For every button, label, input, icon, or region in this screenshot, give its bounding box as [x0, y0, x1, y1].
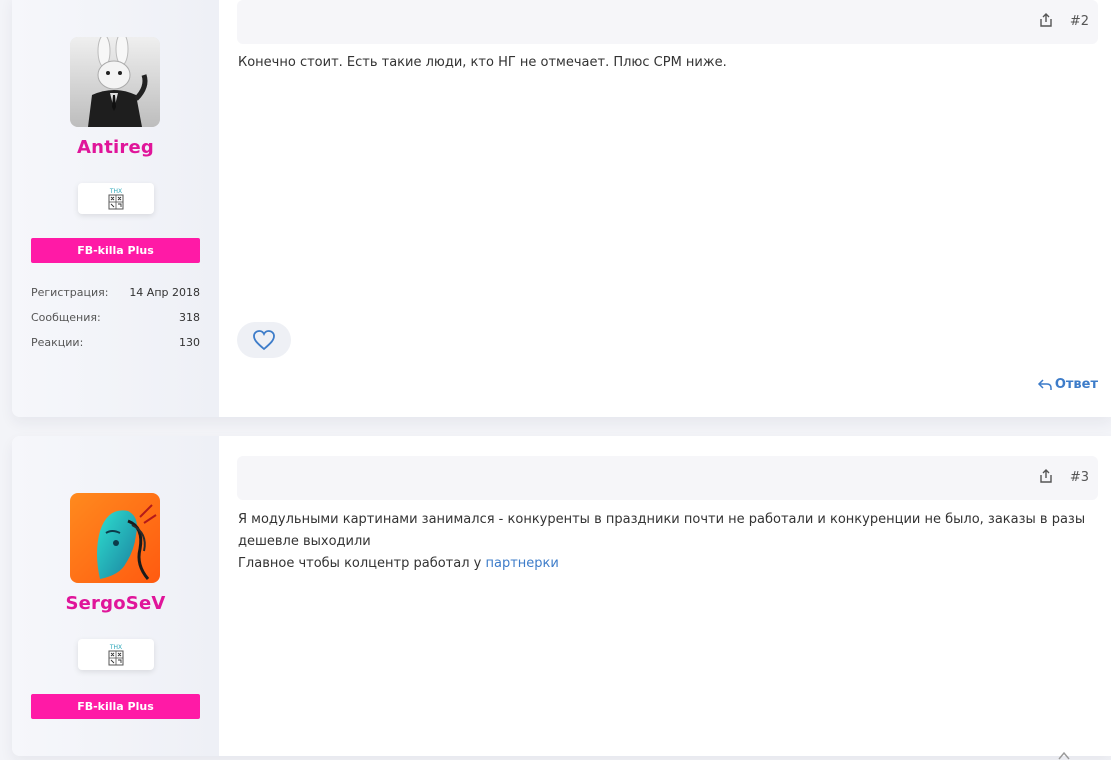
thx-icon: THX	[108, 188, 124, 209]
avatar[interactable]	[70, 37, 160, 127]
post-content: #2 Конечно стоит. Есть такие люди, кто Н…	[237, 0, 1098, 417]
partner-link[interactable]: партнерки	[485, 556, 558, 571]
reply-icon	[1037, 378, 1052, 390]
thx-icon: THX	[108, 644, 124, 665]
user-panel: Antireg THX FB-killa Plus Регистрация: 1…	[12, 0, 219, 417]
avatar-image	[70, 37, 160, 127]
heart-icon	[253, 330, 275, 351]
post-number[interactable]: #3	[1070, 470, 1089, 485]
stat-value: 14 Апр 2018	[129, 286, 200, 299]
reply-button[interactable]: Ответ	[1037, 377, 1098, 392]
post-text-prefix: Главное чтобы колцентр работал у	[238, 556, 486, 571]
avatar-image	[70, 493, 160, 583]
post-text-line: Я модульными картинами занимался - конку…	[238, 512, 1086, 549]
avatar[interactable]	[70, 493, 160, 583]
stat-label: Сообщения:	[31, 311, 101, 324]
stat-value: 318	[179, 311, 200, 324]
username[interactable]: Antireg	[12, 137, 219, 158]
share-icon[interactable]	[1038, 12, 1054, 28]
stat-registration: Регистрация: 14 Апр 2018	[31, 286, 200, 302]
user-panel: SergoSeV THX FB-killa Plus	[12, 436, 219, 756]
user-role-banner: FB-killa Plus	[31, 238, 200, 263]
stat-label: Регистрация:	[31, 286, 109, 299]
username[interactable]: SergoSeV	[12, 593, 219, 614]
scroll-up-icon[interactable]	[1058, 750, 1070, 760]
like-button[interactable]	[237, 322, 291, 358]
share-icon[interactable]	[1038, 468, 1054, 484]
thx-label: THX	[109, 644, 122, 651]
stat-reactions: Реакции: 130	[31, 336, 200, 352]
thx-label: THX	[109, 188, 122, 195]
thx-badge[interactable]: THX	[78, 639, 154, 670]
post-number[interactable]: #2	[1070, 14, 1089, 29]
stat-messages: Сообщения: 318	[31, 311, 200, 327]
post-message: Я модульными картинами занимался - конку…	[238, 509, 1098, 575]
thx-badge[interactable]: THX	[78, 183, 154, 214]
post-3: SergoSeV THX FB-killa Plus #3 Я модульны…	[12, 436, 1111, 760]
post-2: Antireg THX FB-killa Plus Регистрация: 1…	[12, 0, 1111, 417]
post-header: #3	[237, 456, 1098, 500]
stat-value: 130	[179, 336, 200, 349]
user-role-banner: FB-killa Plus	[31, 694, 200, 719]
post-content: #3 Я модульными картинами занимался - ко…	[237, 436, 1098, 760]
reply-label: Ответ	[1054, 377, 1098, 392]
post-header: #2	[237, 0, 1098, 44]
post-text-line: Главное чтобы колцентр работал у партнер…	[238, 553, 1098, 575]
stat-label: Реакции:	[31, 336, 84, 349]
post-message: Конечно стоит. Есть такие люди, кто НГ н…	[238, 55, 727, 70]
